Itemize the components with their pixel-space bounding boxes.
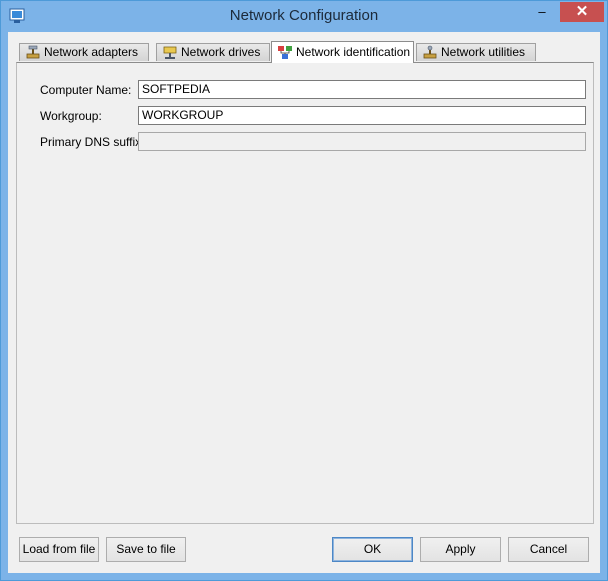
tab-network-utilities[interactable]: Network utilities [416,43,536,61]
tab-label: Network identification [296,45,411,59]
computer-name-input[interactable]: SOFTPEDIA [138,80,586,99]
tab-label: Network adapters [44,45,139,59]
apply-button[interactable]: Apply [420,537,501,562]
computer-name-label: Computer Name: [40,83,132,97]
save-to-file-button[interactable]: Save to file [106,537,186,562]
tab-strip: Network adapters Network drives Network … [16,41,596,63]
tab-label: Network utilities [441,45,526,59]
network-identification-panel: Computer Name: SOFTPEDIA Workgroup: WORK… [16,62,594,524]
workgroup-label: Workgroup: [40,109,102,123]
network-adapter-icon [26,45,40,59]
window-title: Network Configuration [229,7,379,24]
dns-suffix-input [138,132,586,151]
network-utilities-icon [423,45,437,59]
network-drive-icon [163,46,177,59]
network-configuration-window: Network Configuration – ✕ Network adapte… [0,0,608,581]
ok-label: OK [363,542,382,556]
load-from-file-button[interactable]: Load from file [19,537,99,562]
dialog-client-area: Network adapters Network drives Network … [8,32,600,573]
tab-network-drives[interactable]: Network drives [156,43,270,61]
ok-button[interactable]: OK [332,537,413,562]
cancel-button[interactable]: Cancel [508,537,589,562]
close-button[interactable]: ✕ [560,2,604,22]
tab-network-adapters[interactable]: Network adapters [19,43,149,61]
dns-suffix-label: Primary DNS suffix: [40,135,145,149]
minimize-button[interactable]: – [529,3,555,23]
tab-network-identification[interactable]: Network identification [271,41,414,63]
title-bar[interactable]: Network Configuration – ✕ [1,1,607,32]
network-identification-icon [278,46,292,59]
workgroup-input[interactable]: WORKGROUP [138,106,586,125]
tab-label: Network drives [181,45,261,59]
